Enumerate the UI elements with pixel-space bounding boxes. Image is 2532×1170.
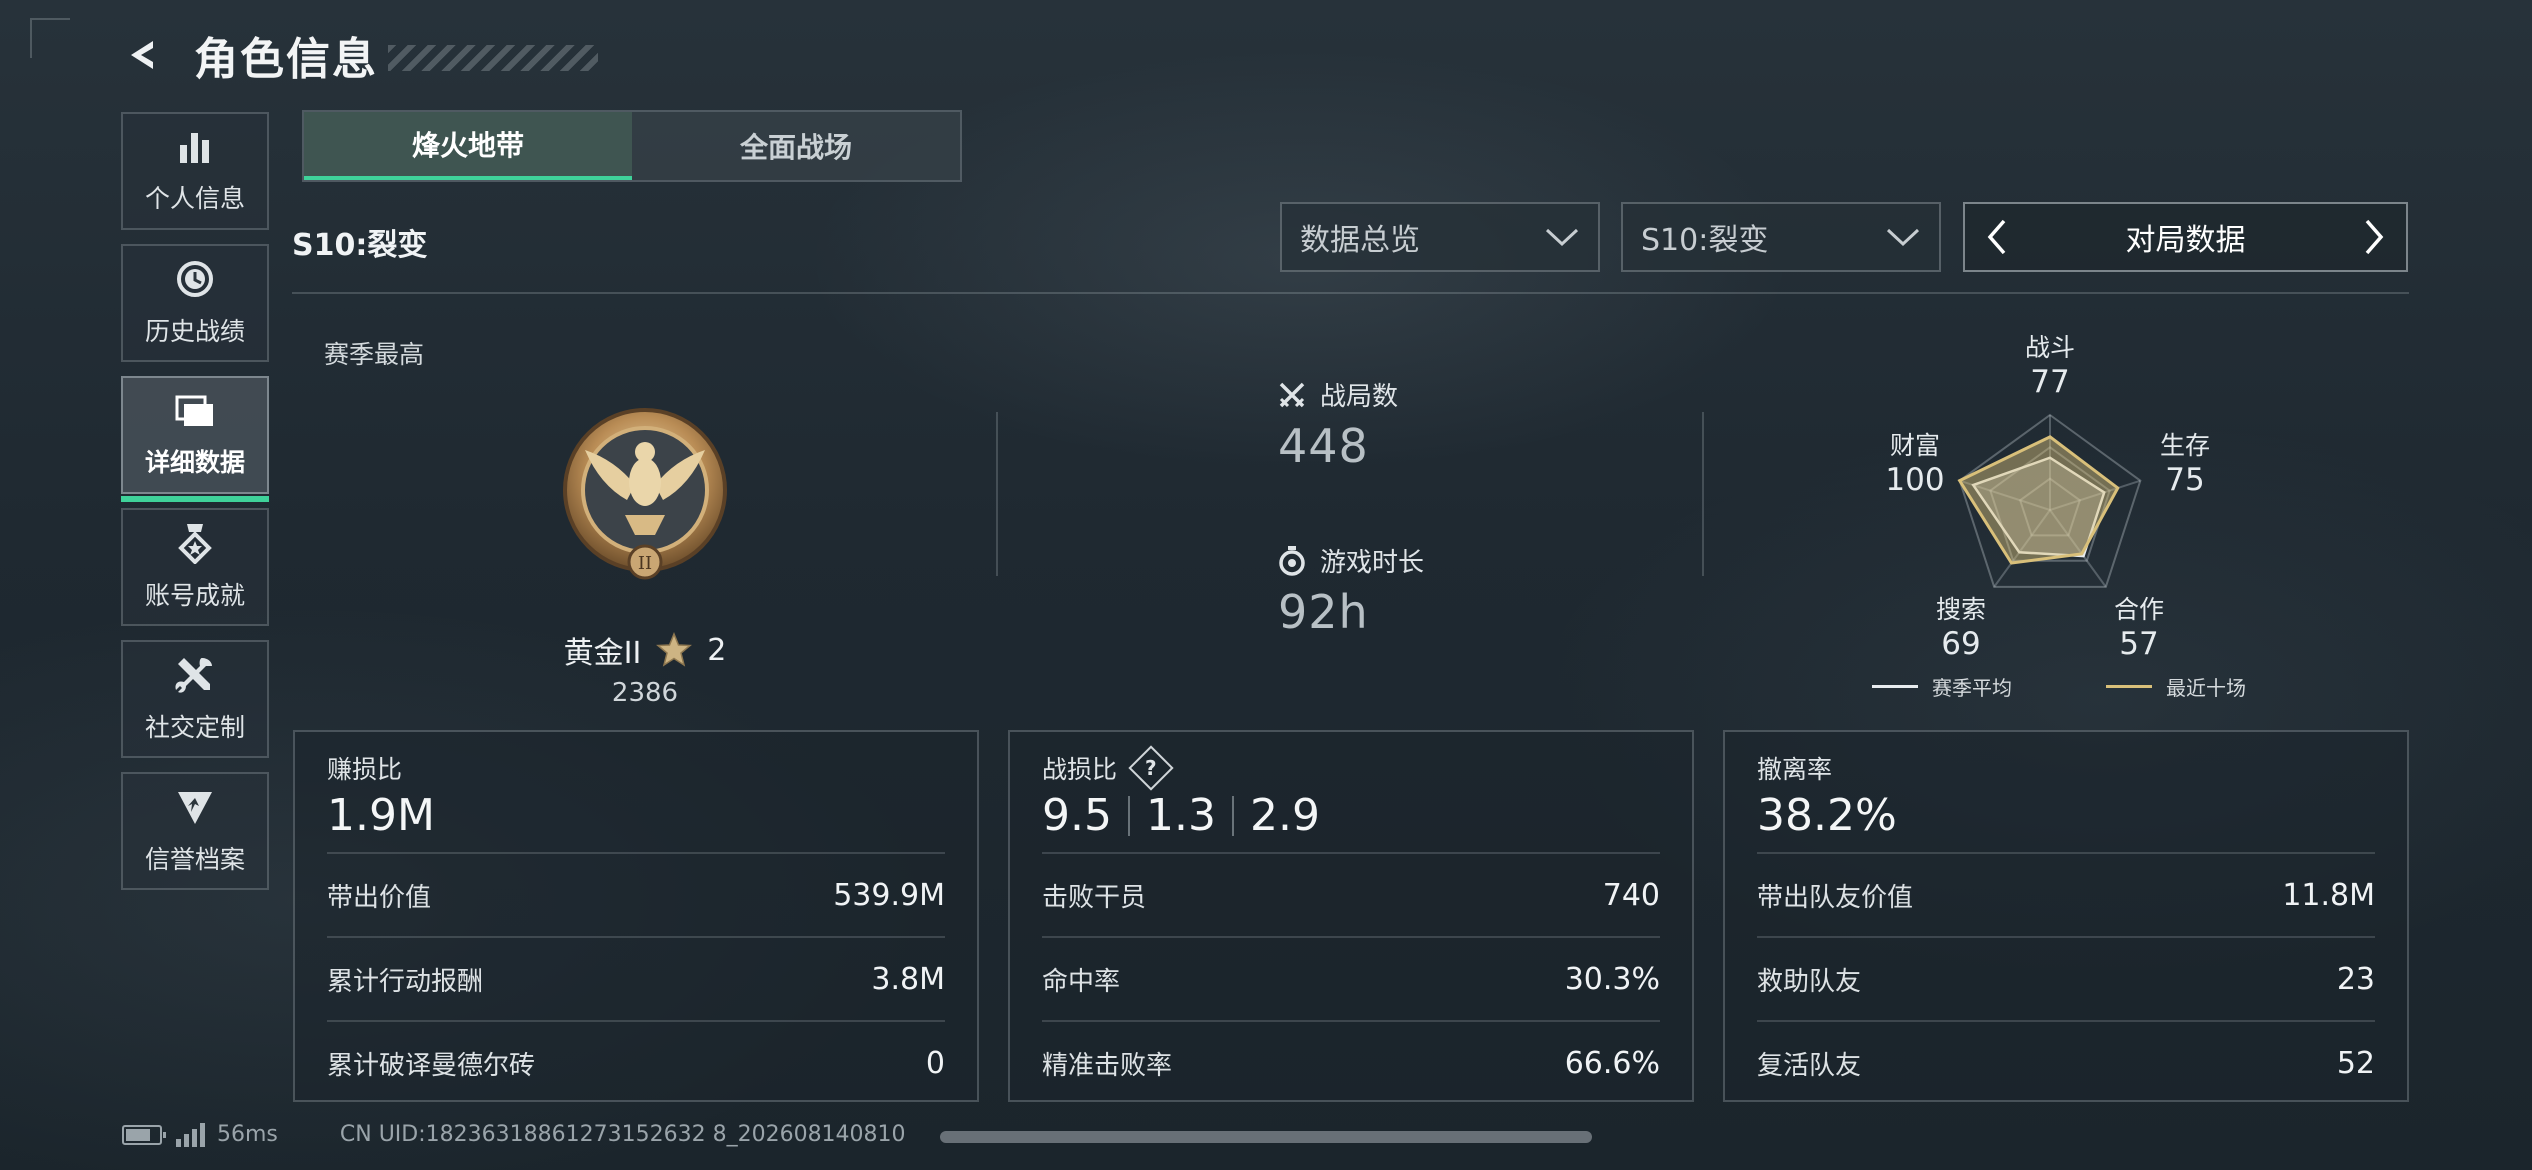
vertical-divider <box>996 412 998 576</box>
uid-text: CN UID:18236318861273152632 8_2026081408… <box>339 1122 906 1147</box>
medal-icon <box>178 524 212 564</box>
tab-battlefield[interactable]: 全面战场 <box>632 112 960 180</box>
rank-stars: 2 <box>707 632 727 668</box>
status-footer: 56ms CN UID:18236318861273152632 8_20260… <box>122 1122 906 1147</box>
sidebar-item-label: 信誉档案 <box>144 845 245 874</box>
card-value: 1.9M <box>327 790 435 841</box>
data-mode-switcher: 对局数据 <box>1963 202 2408 272</box>
radar-label-survival: 生存 75 <box>2159 431 2210 498</box>
playtime-value: 92h <box>1278 585 1369 639</box>
stat-row: 带出队友价值 11.8M <box>1757 852 2375 936</box>
card-title: 战损比 ? <box>1042 745 1660 791</box>
svg-text:II: II <box>638 553 652 574</box>
signal-icon <box>176 1122 205 1147</box>
history-clock-icon <box>177 261 213 297</box>
rank-badge-icon: II <box>563 408 727 580</box>
help-icon[interactable]: ? <box>1128 745 1174 791</box>
playtime-stat: 游戏时长 92h <box>1278 542 1424 639</box>
vertical-divider <box>1702 412 1704 576</box>
card-value: 38.2% <box>1757 790 1897 841</box>
sidebar-item-personal-info[interactable]: 个人信息 <box>121 112 269 230</box>
stat-row: 救助队友 23 <box>1757 936 2375 1020</box>
stat-row: 命中率 30.3% <box>1042 936 1660 1020</box>
tools-icon <box>175 658 212 693</box>
title-decoration <box>388 45 598 71</box>
ping-value: 56ms <box>217 1122 278 1147</box>
sidebar-item-label: 详细数据 <box>144 448 245 477</box>
profit-card: 赚损比 1.9M 带出价值 539.9M 累计行动报酬 3.8M 累计破译曼德尔砖 0 <box>293 730 979 1102</box>
sidebar-item-detailed-data[interactable]: 详细数据 <box>121 376 269 502</box>
radar-label-teamwork: 合作 57 <box>2113 595 2164 662</box>
legend-season-avg: 赛季平均 <box>1872 672 2012 701</box>
extract-card: 撤离率 38.2% 带出队友价值 11.8M 救助队友 23 复活队友 52 <box>1723 730 2409 1102</box>
radar-label-combat: 战斗 77 <box>2024 333 2075 400</box>
legend-recent: 最近十场 <box>2106 672 2246 701</box>
stat-row: 精准击败率 66.6% <box>1042 1020 1660 1104</box>
card-title: 赚损比 <box>327 755 403 784</box>
season-dropdown[interactable]: S10:裂变 <box>1621 202 1941 272</box>
radar-label-search: 搜索 69 <box>1935 595 1986 662</box>
chevron-down-icon <box>1886 228 1920 247</box>
matches-stat: 战局数 448 <box>1278 376 1398 473</box>
sidebar-nav: 个人信息 历史战绩 详细数据 账号成就 社交定制 信誉档案 <box>121 112 269 904</box>
sidebar-item-history[interactable]: 历史战绩 <box>121 244 269 362</box>
frame-corner <box>30 18 70 58</box>
folder-icon <box>175 395 213 426</box>
chevron-left-icon[interactable] <box>1977 212 2017 262</box>
star-icon <box>656 632 693 667</box>
ability-radar: 战斗 77 生存 75 合作 57 搜索 69 财富 100 <box>1870 320 2230 700</box>
card-title: 撤离率 <box>1757 755 1833 784</box>
stat-row: 带出价值 539.9M <box>327 852 945 936</box>
tab-warzone[interactable]: 烽火地带 <box>304 112 632 180</box>
section-divider <box>292 292 2409 294</box>
back-arrow-icon[interactable] <box>120 32 166 78</box>
sidebar-item-label: 历史战绩 <box>144 317 245 346</box>
sidebar-item-label: 社交定制 <box>144 713 245 742</box>
bar-chart-icon <box>180 133 209 163</box>
season-best-title: 赛季最高 <box>324 340 425 369</box>
rank-row: 黄金II 2 <box>555 628 735 672</box>
shield-badge-icon <box>178 792 212 824</box>
radar-label-wealth: 财富 100 <box>1885 431 1945 498</box>
playtime-label: 游戏时长 <box>1320 548 1425 578</box>
sidebar-item-label: 个人信息 <box>144 184 245 213</box>
stat-row: 累计行动报酬 3.8M <box>327 936 945 1020</box>
battery-icon <box>122 1124 166 1145</box>
crossed-swords-icon <box>1279 382 1305 407</box>
season-label: S10:裂变 <box>292 228 428 263</box>
page-header: 角色信息 <box>120 22 598 88</box>
rank-score: 2386 <box>611 678 679 708</box>
radar-recent-area <box>1957 435 2120 565</box>
kd-ratios: 9.5 1.3 2.9 <box>1042 790 1320 841</box>
rank-name: 黄金II <box>563 636 642 671</box>
chevron-down-icon <box>1545 228 1579 247</box>
sidebar-item-label: 账号成就 <box>144 581 245 610</box>
data-mode-label: 对局数据 <box>2125 223 2246 258</box>
dropdown-value: 数据总览 <box>1300 223 1420 258</box>
combat-card: 战损比 ? 9.5 1.3 2.9 击败干员 740 命中率 30.3% 精准击败率… <box>1008 730 1694 1102</box>
stat-row: 击败干员 740 <box>1042 852 1660 936</box>
sidebar-item-achievements[interactable]: 账号成就 <box>121 508 269 626</box>
sidebar-item-reputation[interactable]: 信誉档案 <box>121 772 269 890</box>
stopwatch-icon <box>1279 545 1305 576</box>
stat-row: 复活队友 52 <box>1757 1020 2375 1104</box>
scrollbar[interactable] <box>940 1131 1592 1143</box>
sidebar-item-social[interactable]: 社交定制 <box>121 640 269 758</box>
chevron-right-icon[interactable] <box>2354 212 2394 262</box>
dropdown-value: S10:裂变 <box>1641 223 1769 258</box>
page-title: 角色信息 <box>194 34 378 85</box>
mode-tabs: 烽火地带 全面战场 <box>302 110 962 182</box>
overview-dropdown[interactable]: 数据总览 <box>1280 202 1600 272</box>
stat-row: 累计破译曼德尔砖 0 <box>327 1020 945 1104</box>
matches-label: 战局数 <box>1320 382 1399 412</box>
matches-value: 448 <box>1278 419 1369 473</box>
